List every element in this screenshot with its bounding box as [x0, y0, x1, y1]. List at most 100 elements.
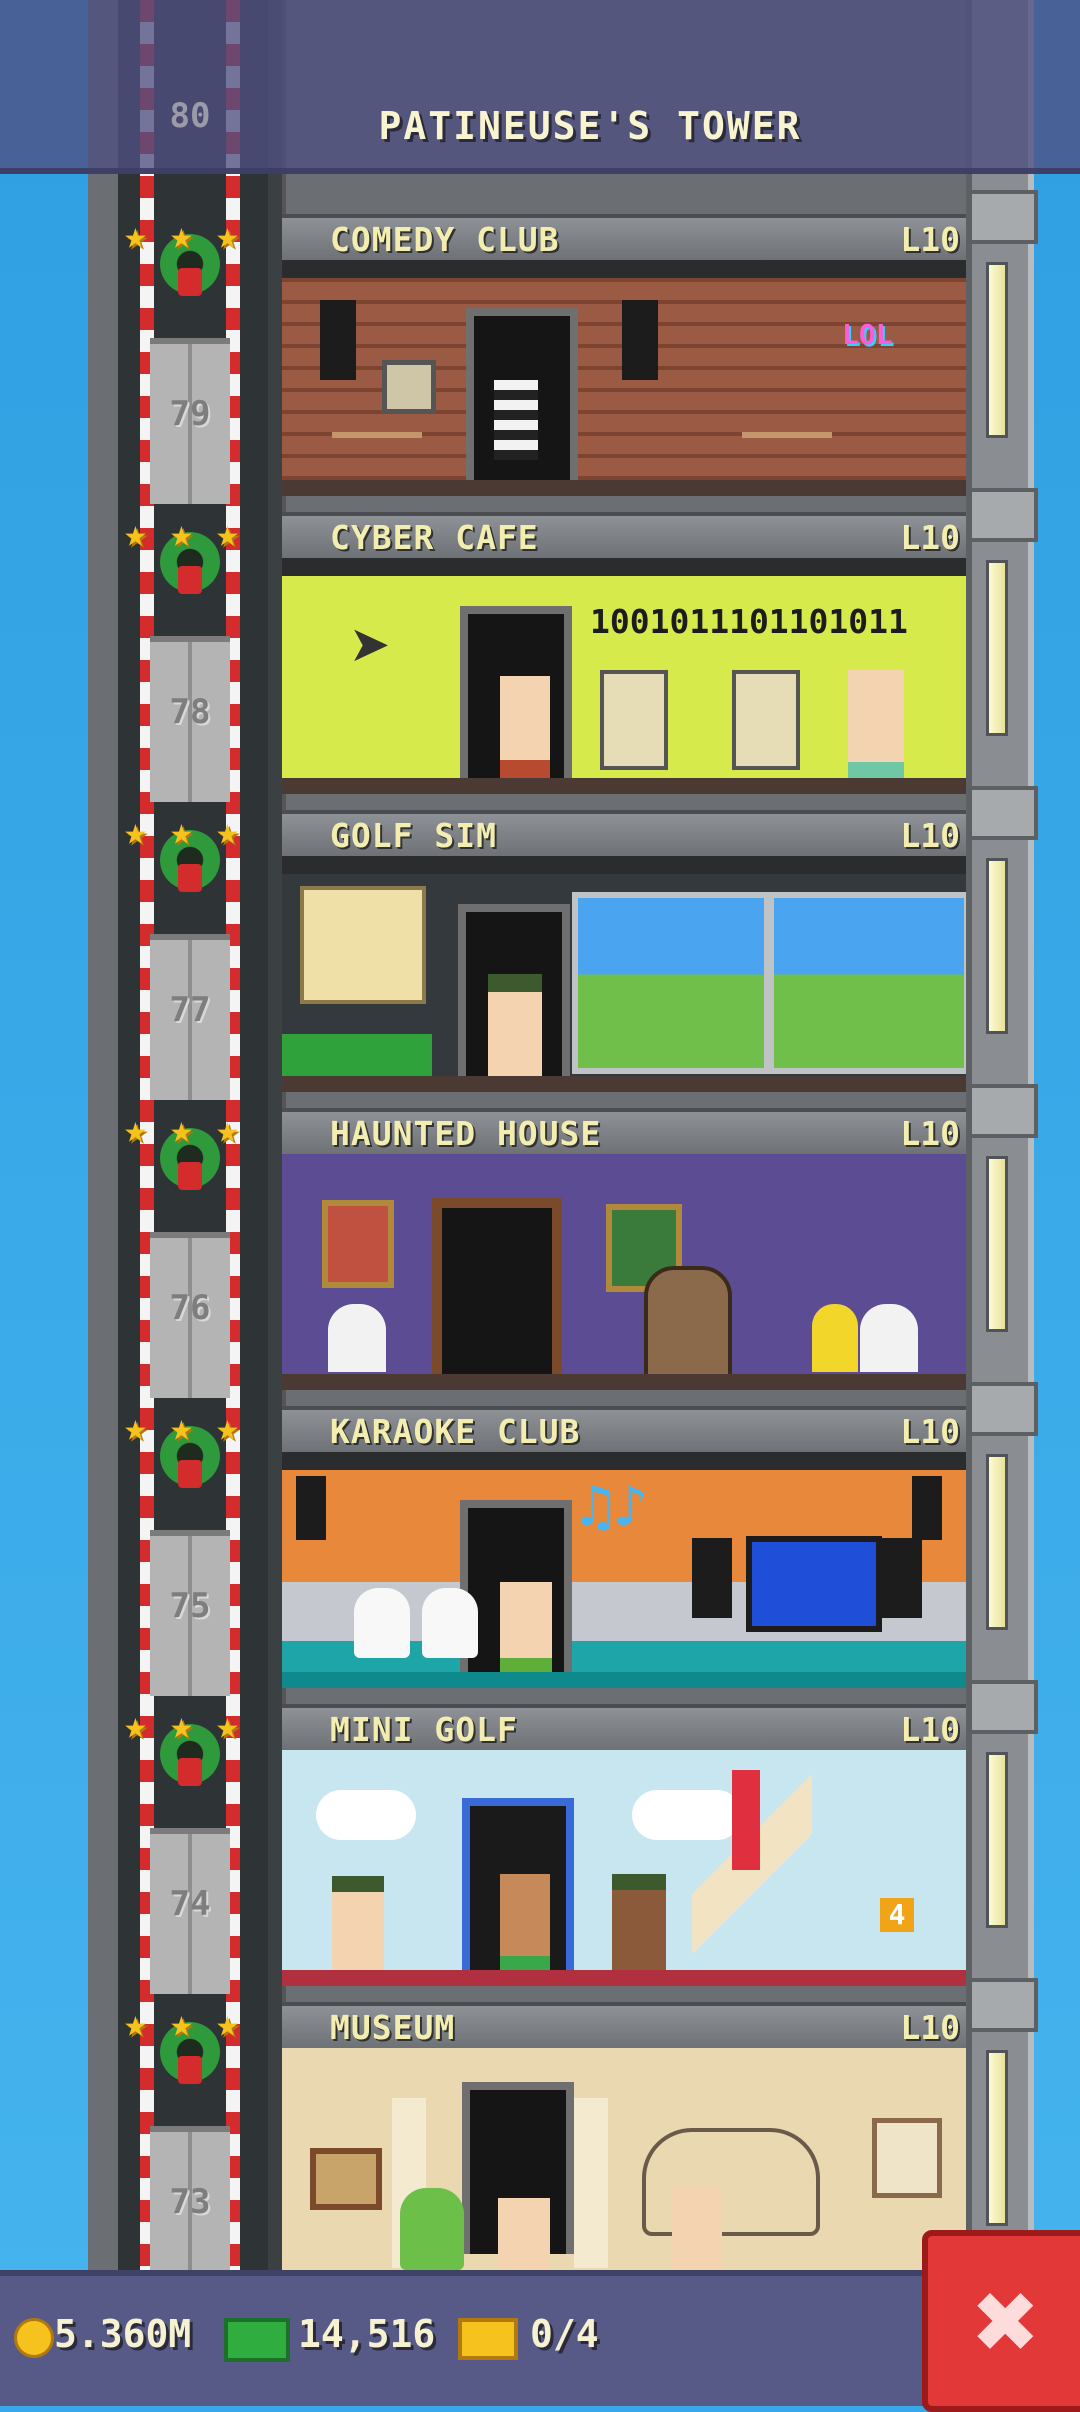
elevator-stop[interactable]: 75 — [150, 1530, 230, 1696]
floor-name: GOLF SIM — [330, 816, 497, 855]
tickets-value: 0/4 — [530, 2312, 599, 2356]
room-interior[interactable] — [282, 1154, 966, 1390]
floor-number: 77 — [169, 990, 211, 1030]
star-icon: ★ — [216, 511, 239, 555]
room-interior[interactable] — [282, 856, 966, 1092]
golfer-character-icon[interactable] — [332, 1876, 384, 1972]
ghost-character-icon[interactable] — [328, 1304, 386, 1372]
floor-number: 73 — [169, 2182, 211, 2222]
pillar-cap — [968, 1978, 1038, 2032]
pillar-light — [986, 262, 1008, 438]
floor-cyber-cafe[interactable]: CYBER CAFE L10 ➤ 1001011101101011 — [282, 512, 966, 810]
floor-level: L10 — [900, 518, 960, 557]
pillar-light — [986, 1156, 1008, 1332]
floor-mini-golf[interactable]: MINI GOLF L10 4 — [282, 1704, 966, 2002]
room-interior[interactable] — [282, 2048, 966, 2270]
snowman-character-icon[interactable] — [354, 1588, 410, 1658]
room-interior[interactable]: ➤ 1001011101101011 — [282, 558, 966, 794]
floor-comedy-club[interactable]: COMEDY CLUB L10 LOL — [282, 214, 966, 512]
floor-header: HAUNTED HOUSE L10 — [282, 1108, 966, 1158]
elevator-stop[interactable]: 77 — [150, 934, 230, 1100]
pillar-light — [986, 1752, 1008, 1928]
floor-museum[interactable]: MUSEUM L10 — [282, 2002, 966, 2270]
pillar-light — [986, 858, 1008, 1034]
cloud-icon — [316, 1790, 416, 1840]
speaker-icon — [622, 300, 658, 380]
ghost-character-icon[interactable] — [860, 1304, 918, 1372]
speaker-icon — [692, 1538, 732, 1618]
floor-karaoke-club[interactable]: KARAOKE CLUB L10 ♫♪ — [282, 1406, 966, 1704]
floor-header: KARAOKE CLUB L10 — [282, 1406, 966, 1456]
elevator-stop[interactable]: 78 — [150, 636, 230, 802]
guest-character-icon[interactable] — [672, 2188, 722, 2270]
hole-number-sign: 4 — [880, 1898, 914, 1932]
binary-banner: 1001011101101011 — [590, 602, 908, 641]
floor-golf-sim[interactable]: GOLF SIM L10 — [282, 810, 966, 1108]
star-icon: ★ — [124, 213, 147, 257]
elevator-stop[interactable]: 74 — [150, 1828, 230, 1994]
room-interior[interactable]: ♫♪ — [282, 1452, 966, 1688]
star-icon: ★ — [216, 1703, 239, 1747]
floor-number: 75 — [169, 1586, 211, 1626]
table-icon — [332, 432, 422, 486]
mime-character-icon[interactable] — [494, 380, 538, 460]
floor-name: MINI GOLF — [330, 1710, 518, 1749]
guest-character-icon[interactable] — [498, 2198, 550, 2270]
golfer-character-icon[interactable] — [612, 1874, 666, 1972]
dinosaur-skeleton-icon — [642, 2128, 820, 2236]
hazmat-character-icon[interactable] — [812, 1304, 858, 1372]
ticket-icon — [458, 2318, 518, 2360]
elevator-stop[interactable]: 79 — [150, 338, 230, 504]
star-icon: ★ — [170, 2001, 193, 2045]
dino-costume-character-icon[interactable] — [400, 2188, 464, 2270]
star-icon: ★ — [170, 1107, 193, 1151]
star-icon: ★ — [216, 1107, 239, 1151]
star-icon: ★ — [170, 213, 193, 257]
star-icon: ★ — [216, 809, 239, 853]
floor-level: L10 — [900, 1412, 960, 1451]
golf-screen-icon — [572, 892, 770, 1074]
golfer-character-icon[interactable] — [488, 974, 542, 1078]
star-icon: ★ — [124, 2001, 147, 2045]
snowman-character-icon[interactable] — [422, 1588, 478, 1658]
room-interior[interactable]: LOL — [282, 260, 966, 496]
table-icon — [742, 432, 832, 486]
floor-level: L10 — [900, 1710, 960, 1749]
pillar-light — [986, 1454, 1008, 1630]
star-icon: ★ — [124, 1107, 147, 1151]
room-interior[interactable]: 4 — [282, 1750, 966, 1986]
computer-icon — [600, 670, 668, 770]
stats-bar: 5.360M 14,516 0/4 — [0, 2270, 1080, 2406]
floor-name: HAUNTED HOUSE — [330, 1114, 602, 1153]
bux-value: 14,516 — [298, 2312, 436, 2356]
pillar-cap — [968, 1680, 1038, 1734]
floor-name: COMEDY CLUB — [330, 220, 560, 259]
golf-screen-icon — [768, 892, 966, 1074]
coin-icon — [14, 2318, 54, 2358]
pillar-cap — [968, 488, 1038, 542]
cash-icon — [224, 2318, 290, 2362]
cursor-icon: ➤ — [350, 606, 393, 688]
guest-character-icon[interactable] — [848, 670, 904, 794]
star-icon: ★ — [216, 2001, 239, 2045]
music-note-icon: ♫♪ — [578, 1472, 648, 1540]
pillar-cap — [968, 1382, 1038, 1436]
star-icon: ★ — [124, 1703, 147, 1747]
pillar-light — [986, 560, 1008, 736]
star-icon: ★ — [124, 809, 147, 853]
floor-level: L10 — [900, 816, 960, 855]
floor-number: 78 — [169, 692, 211, 732]
floor-haunted-house[interactable]: HAUNTED HOUSE L10 — [282, 1108, 966, 1406]
close-button[interactable]: ✖ — [922, 2230, 1080, 2412]
karaoke-screen-icon — [746, 1536, 882, 1632]
floor-header: CYBER CAFE L10 — [282, 512, 966, 562]
star-icon: ★ — [170, 511, 193, 555]
elevator-stop[interactable]: 73 — [150, 2126, 230, 2292]
guest-character-icon[interactable] — [500, 676, 550, 794]
star-icon: ★ — [170, 1405, 193, 1449]
painting-icon — [872, 2118, 942, 2198]
elevator-stop[interactable]: 76 — [150, 1232, 230, 1398]
pillar-light — [986, 2050, 1008, 2226]
floor-level: L10 — [900, 1114, 960, 1153]
counter-icon — [282, 1034, 432, 1076]
